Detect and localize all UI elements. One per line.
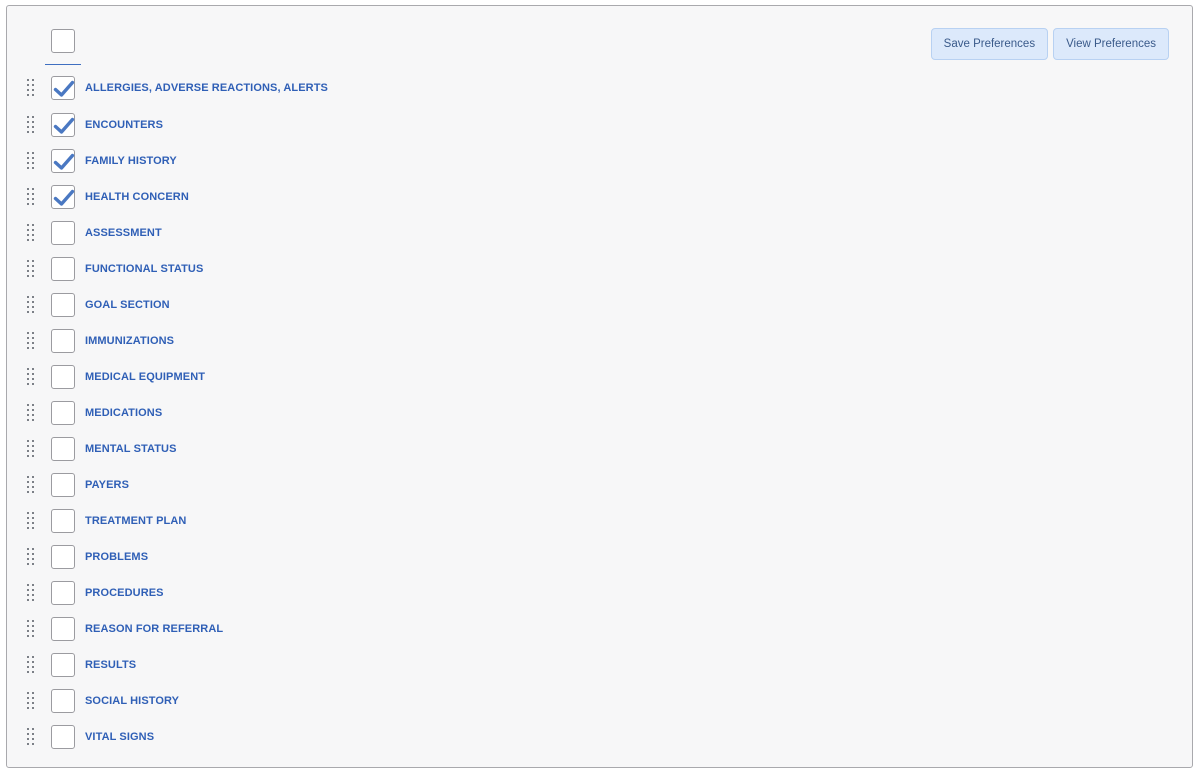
drag-handle-icon[interactable] [25,548,35,566]
section-checkbox[interactable] [51,365,75,389]
drag-handle-icon[interactable] [25,332,35,350]
section-checkbox[interactable] [51,689,75,713]
drag-handle-icon[interactable] [25,440,35,458]
section-label: PROCEDURES [85,587,164,599]
section-row: IMMUNIZATIONS [25,323,328,359]
section-row: GOAL SECTION [25,287,328,323]
drag-handle-icon[interactable] [25,79,35,97]
section-checkbox[interactable] [51,473,75,497]
section-label: MEDICAL EQUIPMENT [85,371,206,383]
drag-handle-icon[interactable] [25,152,35,170]
section-checkbox[interactable] [51,329,75,353]
checkmark-icon [53,80,75,97]
section-checkbox[interactable] [51,617,75,641]
section-checkbox[interactable] [51,113,75,137]
section-label: TREATMENT PLAN [85,515,187,527]
checkmark-icon [53,189,75,206]
drag-handle-icon[interactable] [25,512,35,530]
drag-handle-icon[interactable] [25,404,35,422]
section-label: RESULTS [85,659,137,671]
section-row: VITAL SIGNS [25,719,328,755]
section-row: PROBLEMS [25,539,328,575]
section-row: MEDICATIONS [25,395,328,431]
section-row: FAMILY HISTORY [25,143,328,179]
drag-handle-icon[interactable] [25,656,35,674]
section-checkbox[interactable] [51,76,75,100]
section-label: ALLERGIES, ADVERSE REACTIONS, ALERTS [85,82,328,94]
section-row: PAYERS [25,467,328,503]
section-label: ASSESSMENT [85,227,162,239]
drag-handle-icon[interactable] [25,116,35,134]
section-row: HEALTH CONCERN [25,179,328,215]
section-label: PAYERS [85,479,130,491]
section-row: FUNCTIONAL STATUS [25,251,328,287]
section-row: ASSESSMENT [25,215,328,251]
section-label: FUNCTIONAL STATUS [85,263,204,275]
section-label: HEALTH CONCERN [85,191,189,203]
drag-handle-icon[interactable] [25,368,35,386]
select-all-checkbox[interactable] [51,29,75,53]
drag-handle-icon[interactable] [25,224,35,242]
section-checkbox[interactable] [51,221,75,245]
section-label: SOCIAL HISTORY [85,695,180,707]
section-checkbox[interactable] [51,257,75,281]
section-checkbox[interactable] [51,401,75,425]
section-label: ENCOUNTERS [85,119,164,131]
section-label: REASON FOR REFERRAL [85,623,224,635]
drag-handle-icon[interactable] [25,728,35,746]
section-row: ALLERGIES, ADVERSE REACTIONS, ALERTS [25,69,328,107]
view-preferences-button[interactable]: View Preferences [1053,28,1169,60]
section-label: MENTAL STATUS [85,443,177,455]
drag-handle-icon[interactable] [25,584,35,602]
section-checkbox[interactable] [51,293,75,317]
section-label: MEDICATIONS [85,407,163,419]
section-row: PROCEDURES [25,575,328,611]
section-checkbox[interactable] [51,185,75,209]
section-checkbox[interactable] [51,509,75,533]
section-label: VITAL SIGNS [85,731,155,743]
section-label: GOAL SECTION [85,299,170,311]
drag-handle-icon[interactable] [25,188,35,206]
section-checkbox[interactable] [51,149,75,173]
section-row: MENTAL STATUS [25,431,328,467]
section-checkbox[interactable] [51,437,75,461]
actions-toolbar: Save Preferences View Preferences [930,28,1169,60]
drag-handle-icon[interactable] [25,296,35,314]
section-row: MEDICAL EQUIPMENT [25,359,328,395]
section-row: RESULTS [25,647,328,683]
section-row: ENCOUNTERS [25,107,328,143]
section-label: FAMILY HISTORY [85,155,177,167]
save-preferences-button[interactable]: Save Preferences [930,28,1049,60]
section-row: REASON FOR REFERRAL [25,611,328,647]
drag-handle-icon[interactable] [25,692,35,710]
drag-handle-icon[interactable] [25,620,35,638]
section-checkbox[interactable] [51,653,75,677]
section-row: SOCIAL HISTORY [25,683,328,719]
section-checkbox[interactable] [51,725,75,749]
checkmark-icon [53,117,75,134]
section-checkbox[interactable] [51,545,75,569]
drag-handle-icon[interactable] [25,476,35,494]
select-all-header [45,28,81,65]
section-list: ALLERGIES, ADVERSE REACTIONS, ALERTS ENC… [25,69,328,755]
section-checkbox[interactable] [51,581,75,605]
section-row: TREATMENT PLAN [25,503,328,539]
drag-handle-icon[interactable] [25,260,35,278]
section-label: PROBLEMS [85,551,149,563]
checkmark-icon [53,153,75,170]
section-preferences-panel: Save Preferences View Preferences ALLERG… [6,5,1193,768]
section-label: IMMUNIZATIONS [85,335,175,347]
